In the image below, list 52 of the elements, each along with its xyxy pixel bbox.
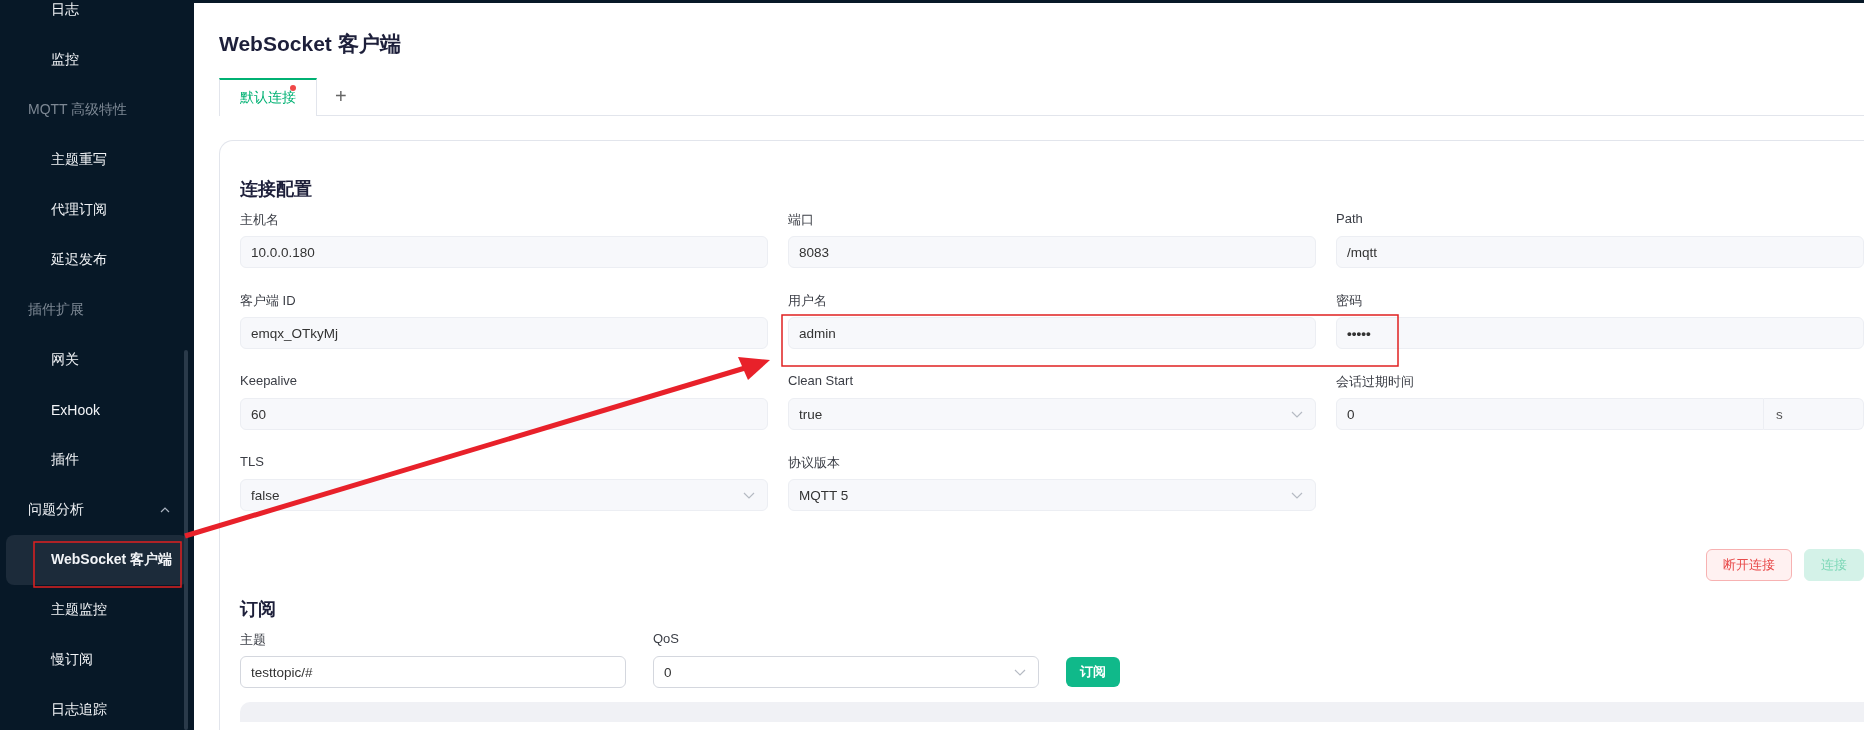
add-tab-button[interactable]: + bbox=[317, 78, 365, 115]
input-field[interactable]: 10.0.0.180 bbox=[240, 236, 768, 268]
chevron-down-icon bbox=[1014, 668, 1026, 676]
sidebar-item[interactable]: 代理订阅 bbox=[6, 185, 188, 235]
sidebar-item[interactable]: 监控 bbox=[6, 35, 188, 85]
input-field[interactable]: emqx_OTkyMj bbox=[240, 317, 768, 349]
chevron-down-icon bbox=[1291, 491, 1303, 499]
select-field[interactable]: false bbox=[240, 479, 768, 511]
select-field[interactable]: MQTT 5 bbox=[788, 479, 1316, 511]
caret-icon bbox=[160, 507, 170, 513]
chevron-down-icon bbox=[743, 491, 755, 499]
field-label: 客户端 ID bbox=[240, 292, 297, 308]
field-label: 主机名 bbox=[240, 211, 280, 227]
input-field[interactable]: /mqtt bbox=[1336, 236, 1864, 268]
sidebar-item[interactable]: 日志追踪 bbox=[6, 685, 188, 730]
field-label: 会话过期时间 bbox=[1336, 373, 1415, 389]
sidebar-item[interactable]: ExHook bbox=[6, 385, 188, 435]
select-field[interactable]: true bbox=[788, 398, 1316, 430]
sidebar-item[interactable]: 慢订阅 bbox=[6, 635, 188, 685]
disconnect-button[interactable]: 断开连接 bbox=[1706, 549, 1792, 581]
field-label: TLS bbox=[240, 454, 265, 470]
password-field[interactable]: ••••• bbox=[1336, 317, 1864, 349]
input-field[interactable]: admin bbox=[788, 317, 1316, 349]
field-label: QoS bbox=[653, 631, 680, 647]
page-title: WebSocket 客户端 bbox=[219, 31, 402, 57]
section-title: 连接配置 bbox=[240, 178, 313, 201]
input-field[interactable]: 60 bbox=[240, 398, 768, 430]
chevron-down-icon bbox=[1291, 410, 1303, 418]
input-field[interactable]: 0 bbox=[1336, 398, 1764, 430]
field-label: 端口 bbox=[788, 211, 815, 227]
input-field[interactable]: 8083 bbox=[788, 236, 1316, 268]
field-label: 协议版本 bbox=[788, 454, 841, 470]
scrollbar[interactable] bbox=[184, 350, 188, 730]
field-label: Clean Start bbox=[788, 373, 855, 389]
select-field[interactable]: 0 bbox=[653, 656, 1039, 688]
submenu-header[interactable]: 问题分析 bbox=[0, 485, 194, 535]
unit-label: s bbox=[1764, 398, 1864, 430]
field-label: Path bbox=[1336, 211, 1364, 227]
field-label: 密码 bbox=[1336, 292, 1363, 308]
menu-group-label: 插件扩展 bbox=[27, 300, 85, 319]
sidebar-item[interactable]: 日志 bbox=[6, 0, 188, 35]
field-label: Keepalive bbox=[240, 373, 299, 389]
input-field[interactable]: testtopic/# bbox=[240, 656, 626, 688]
sidebar-item[interactable]: 主题重写 bbox=[6, 135, 188, 185]
section-title: 订阅 bbox=[240, 598, 277, 621]
menu-group-label: MQTT 高级特性 bbox=[27, 100, 129, 119]
field-label: 用户名 bbox=[788, 292, 828, 308]
sidebar-item[interactable]: 网关 bbox=[6, 335, 188, 385]
field-label: 主题 bbox=[240, 631, 267, 647]
sidebar-item[interactable]: 插件 bbox=[6, 435, 188, 485]
sidebar-item[interactable]: 延迟发布 bbox=[6, 235, 188, 285]
sidebar-item[interactable]: 主题监控 bbox=[6, 585, 188, 635]
